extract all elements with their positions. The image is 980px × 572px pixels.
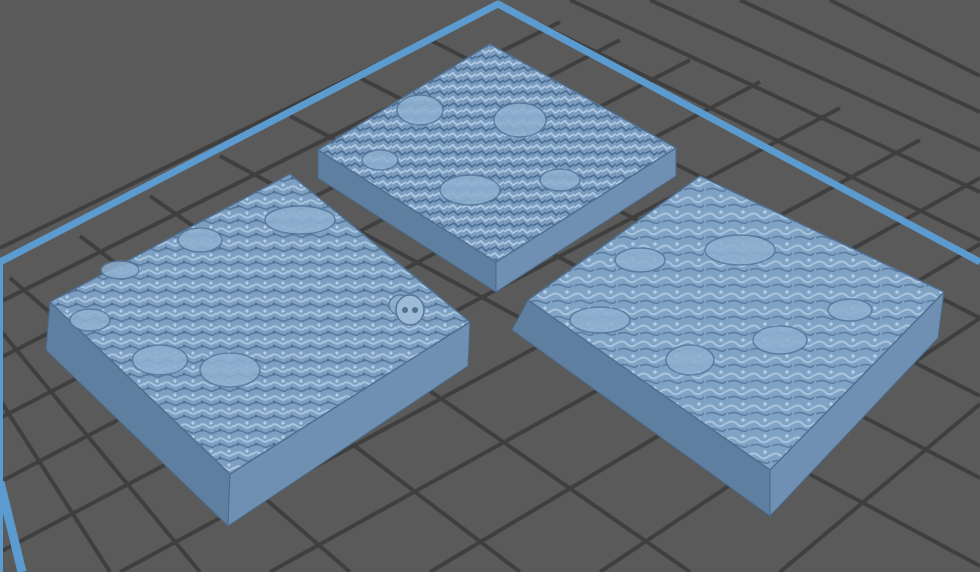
terrain-rock xyxy=(361,149,399,171)
terrain-rock xyxy=(569,306,631,334)
terrain-rock xyxy=(665,344,715,376)
terrain-rock xyxy=(704,234,776,266)
skull-detail xyxy=(395,294,425,326)
terrain-rock xyxy=(396,94,444,126)
terrain-rock xyxy=(131,344,189,376)
terrain-rock xyxy=(100,260,140,280)
terrain-rock xyxy=(752,325,808,355)
terrain-rock xyxy=(614,247,666,273)
terrain-rock xyxy=(827,298,873,322)
terrain-rock xyxy=(69,308,111,332)
scene-canvas[interactable] xyxy=(0,0,980,572)
terrain-rock xyxy=(264,205,336,235)
3d-viewport[interactable] xyxy=(0,0,980,572)
terrain-rock xyxy=(199,352,261,388)
terrain-rock xyxy=(539,168,581,192)
terrain-rock xyxy=(177,227,223,253)
terrain-rock xyxy=(493,102,547,138)
terrain-rock xyxy=(439,174,501,206)
